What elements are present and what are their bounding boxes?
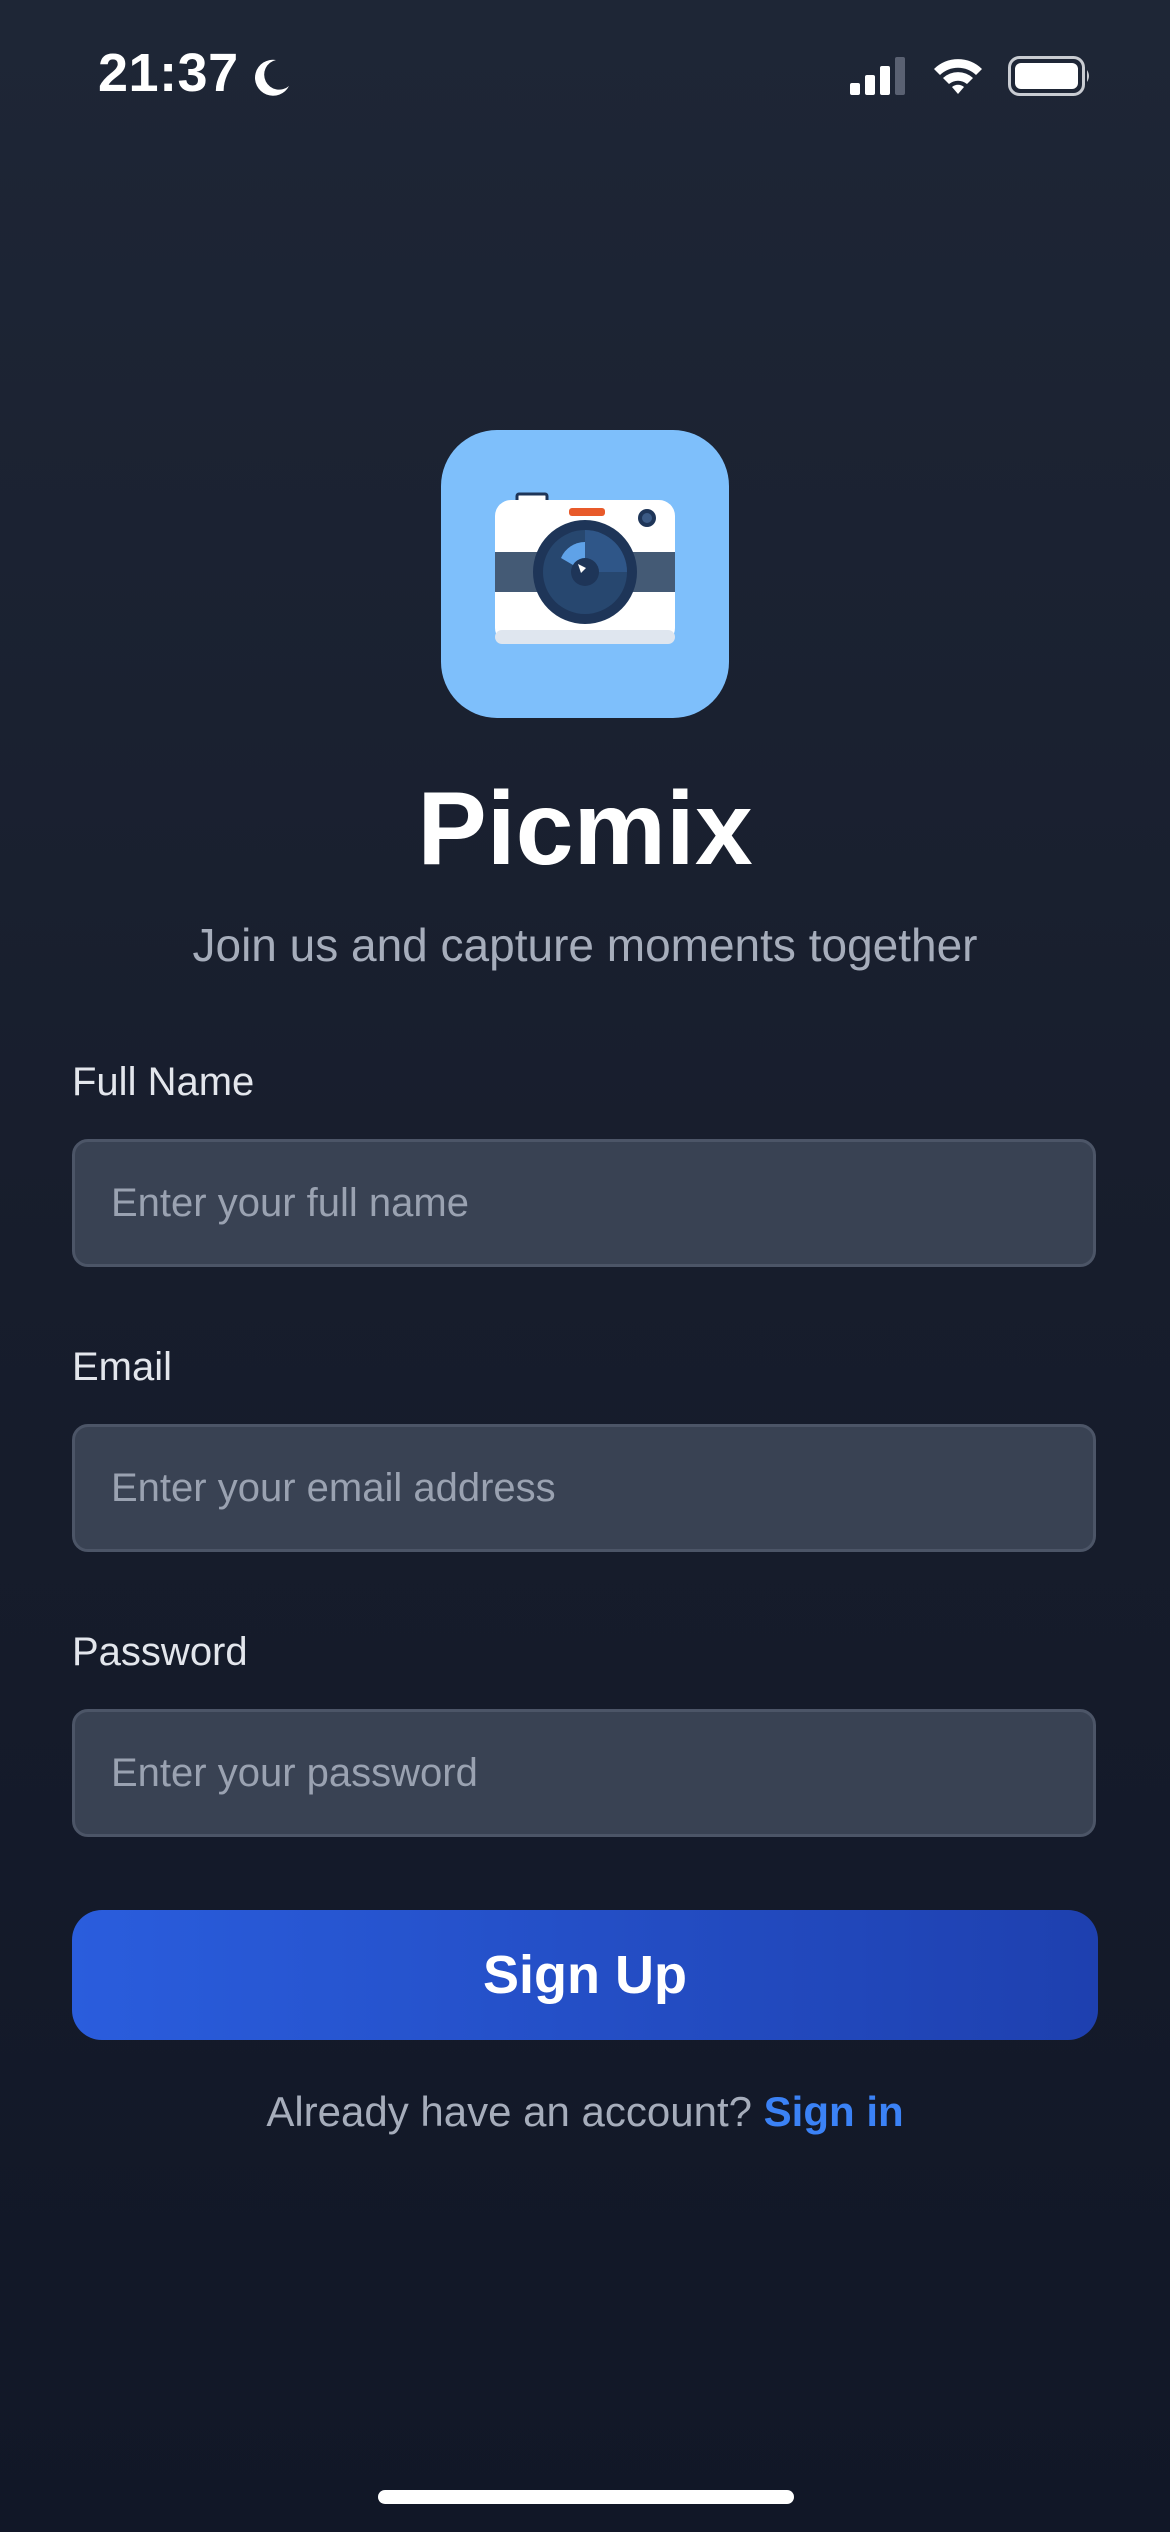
signal-icon (850, 57, 908, 100)
home-indicator[interactable] (378, 2490, 794, 2504)
signin-prompt: Already have an account? (266, 2088, 764, 2135)
app-logo (441, 430, 729, 718)
status-indicators (850, 56, 1092, 101)
email-label: Email (72, 1345, 173, 1389)
battery-icon (1008, 56, 1092, 101)
moon-icon (249, 51, 293, 96)
status-time: 21:37 (98, 42, 293, 104)
status-time-text: 21:37 (98, 43, 239, 103)
camera-icon (495, 492, 675, 644)
status-bar: 21:37 (0, 0, 1170, 150)
email-input[interactable] (72, 1424, 1096, 1552)
full-name-label: Full Name (72, 1060, 255, 1104)
app-subtitle: Join us and capture moments together (192, 919, 978, 971)
full-name-input[interactable] (72, 1139, 1096, 1267)
signin-prompt-row: Already have an account? Sign in (0, 2088, 1170, 2136)
sign-in-link[interactable]: Sign in (764, 2088, 904, 2135)
app-title: Picmix (417, 771, 753, 887)
wifi-icon (932, 57, 984, 100)
password-input[interactable] (72, 1709, 1096, 1837)
password-label: Password (72, 1630, 248, 1674)
sign-up-button[interactable]: Sign Up (72, 1910, 1098, 2040)
